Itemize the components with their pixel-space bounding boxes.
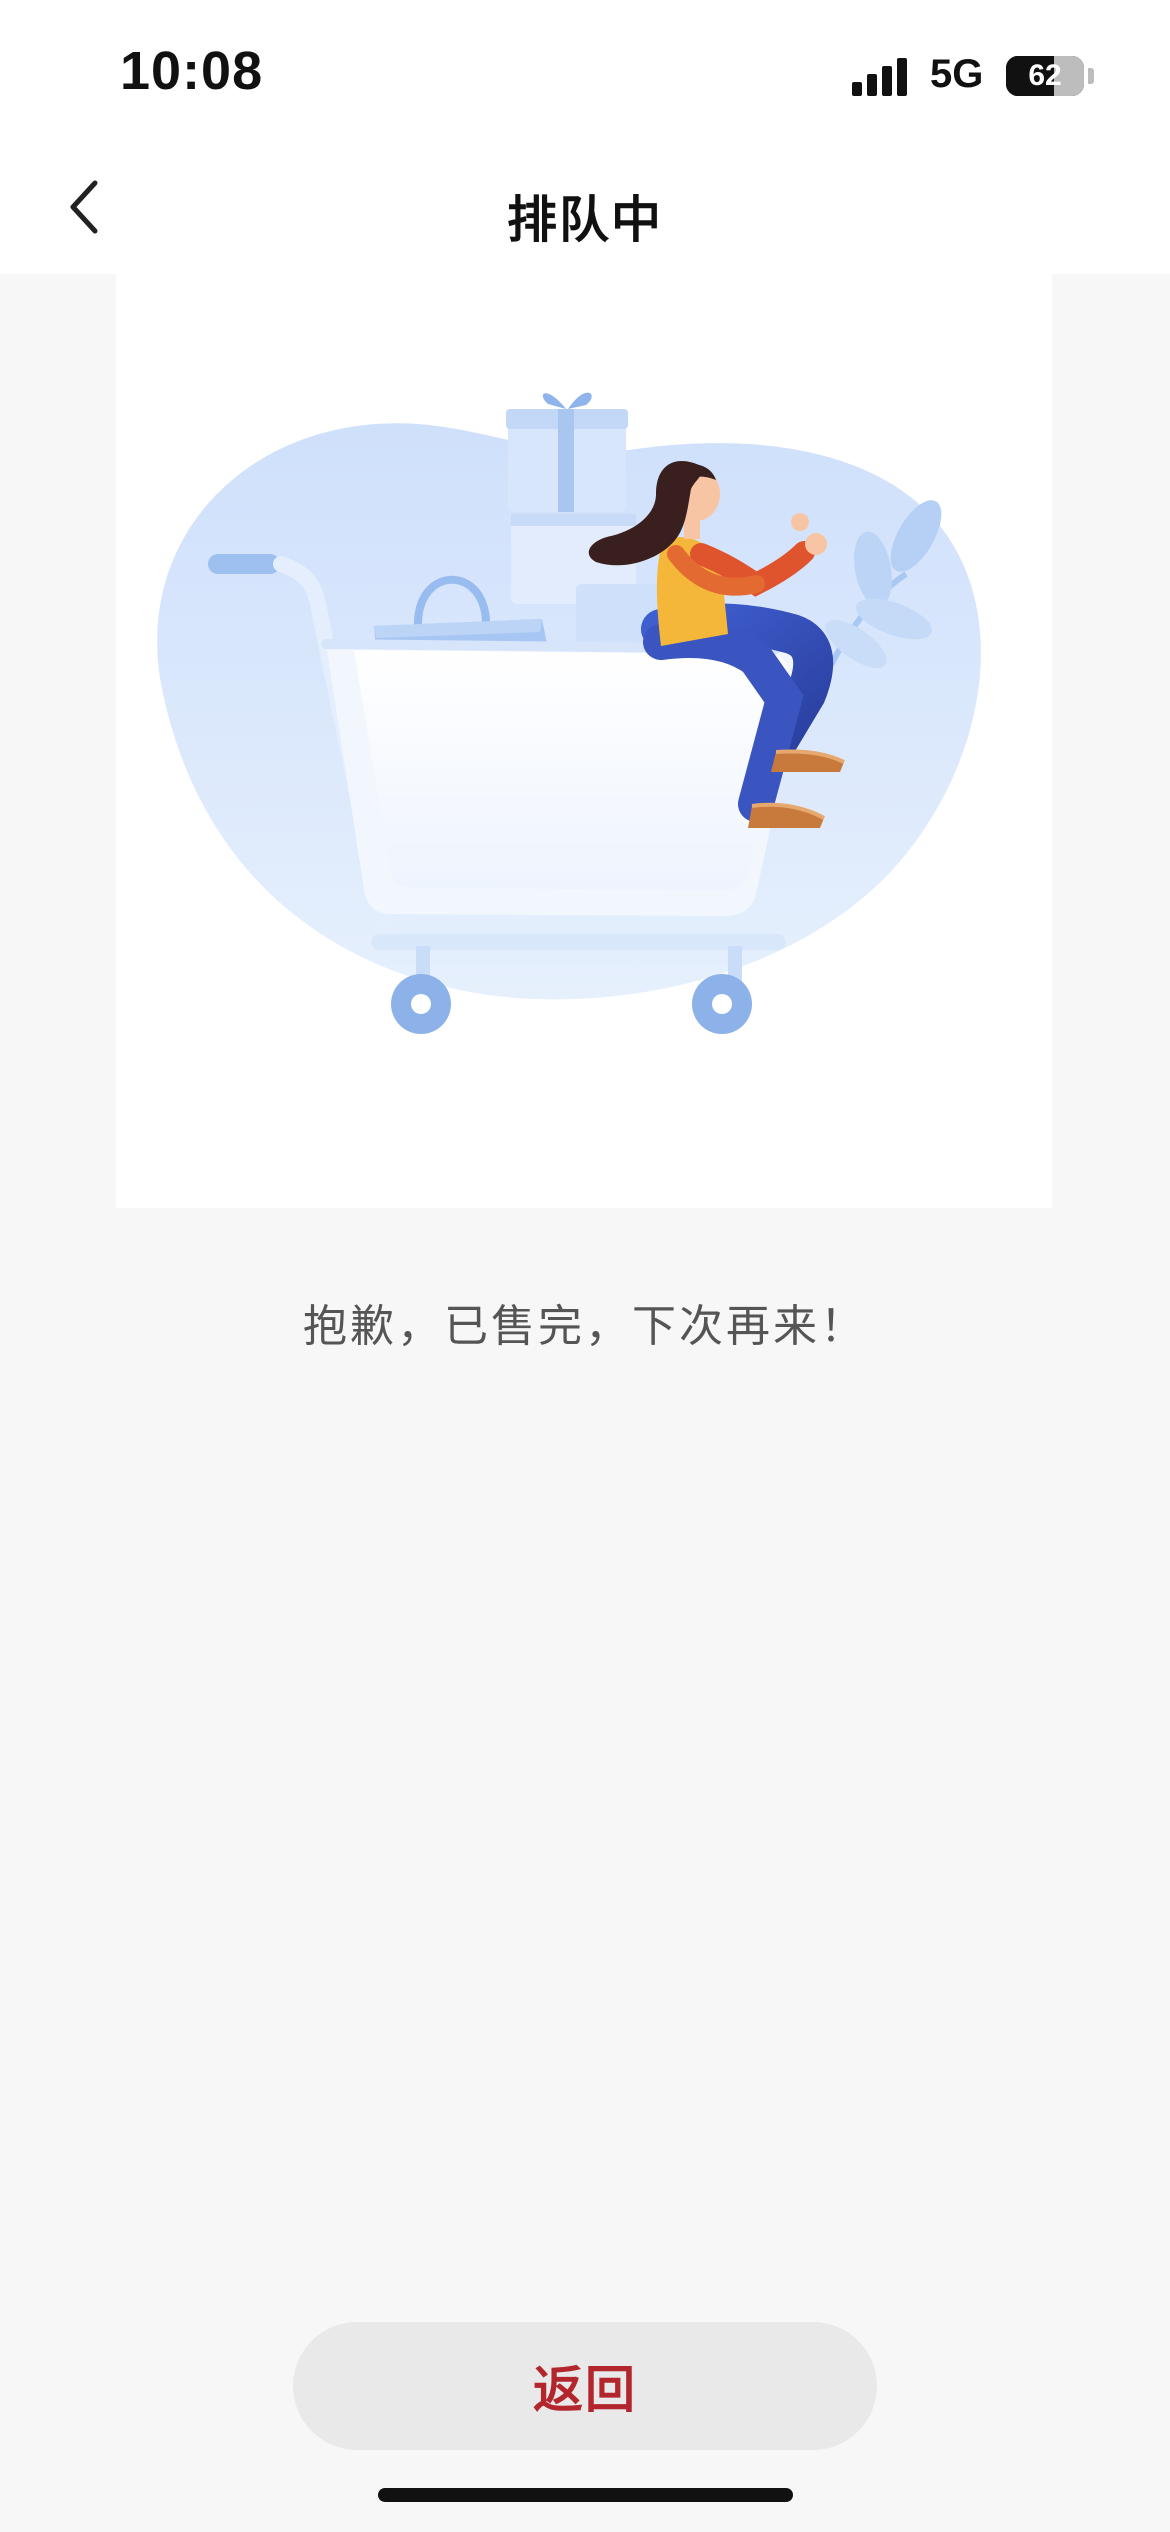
home-indicator[interactable]	[378, 2488, 793, 2502]
battery-percent: 62	[1028, 59, 1062, 92]
navigation-bar: 排队中	[0, 140, 1170, 274]
shopping-cart-illustration	[157, 392, 981, 1034]
status-bar: 10:08 5G 62	[0, 0, 1170, 140]
status-time: 10:08	[120, 41, 264, 101]
battery-icon: 62	[1006, 56, 1084, 96]
illustration-card	[116, 274, 1052, 1208]
battery-cap	[1088, 68, 1094, 84]
sold-out-message: 抱歉，已售完，下次再来！	[303, 1301, 867, 1352]
signal-strength-icon	[852, 58, 910, 96]
network-type: 5G	[930, 52, 984, 96]
page-title: 排队中	[507, 191, 663, 249]
return-button[interactable]: 返回	[293, 2322, 877, 2450]
